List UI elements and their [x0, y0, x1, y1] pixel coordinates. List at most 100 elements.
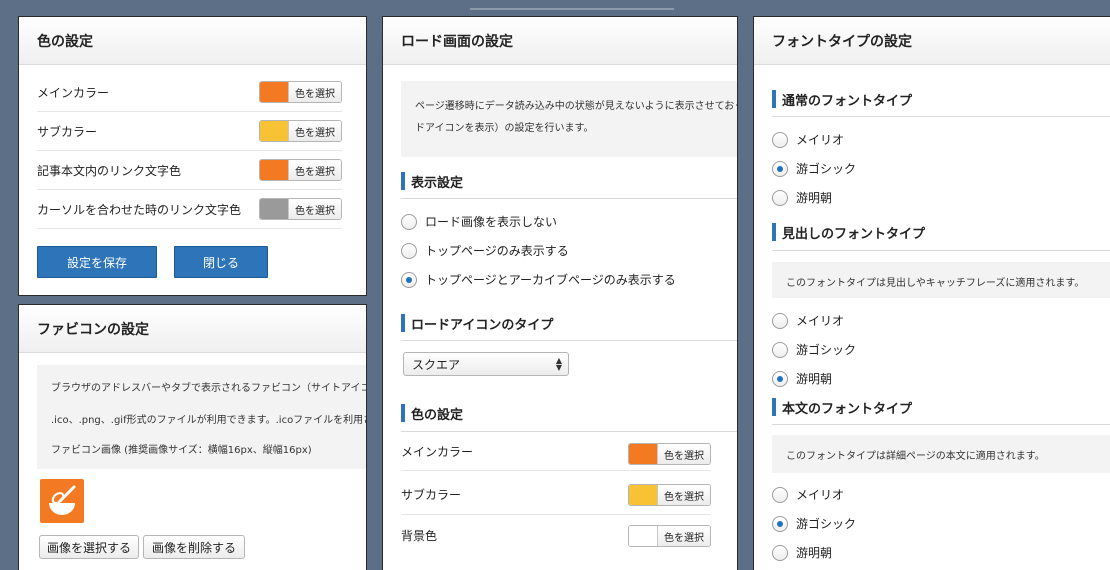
load-icon-type-heading: ロードアイコンのタイプ [401, 314, 553, 333]
color-swatch [629, 444, 657, 464]
favicon-info-box: ブラウザのアドレスバーやタブで表示されるファビコン（サイトアイコ .ico、.p… [37, 365, 367, 469]
section-divider [772, 250, 1110, 251]
load-icon-type-select[interactable]: スクエア ▲ ▼ [403, 352, 569, 376]
select-color-button[interactable]: 色を選択 [657, 485, 710, 505]
panel-title: ロード画面の設定 [383, 17, 737, 65]
color-row-label: サブカラー [37, 125, 98, 139]
radio-top-page-only[interactable]: トップページのみ表示する [401, 242, 569, 259]
radio-button[interactable] [401, 271, 417, 288]
info-text: ファビコン画像 (推奨画像サイズ：横幅16px、縦幅16px) [51, 445, 312, 456]
load-screen-settings-panel: ロード画面の設定 ページ遷移時にデータ読み込み中の状態が見えないように表示させて… [382, 16, 738, 570]
radio-button[interactable] [772, 544, 788, 561]
load-color-row-main: メインカラー 色を選択 [401, 433, 711, 471]
info-text: .ico、.png、.gif形式のファイルが利用できます。.icoファイルを利用… [51, 415, 367, 426]
section-divider [772, 116, 1110, 117]
radio-label: 游ゴシック [796, 343, 857, 357]
color-row-label: メインカラー [37, 86, 110, 100]
radio-normal-yu-mincho[interactable]: 游明朝 [772, 189, 832, 206]
load-main-color-picker[interactable]: 色を選択 [628, 443, 711, 465]
radio-button[interactable] [401, 242, 417, 259]
radio-label: メイリオ [796, 488, 845, 502]
radio-body-yu-gothic[interactable]: 游ゴシック [772, 515, 856, 532]
radio-button[interactable] [772, 189, 788, 206]
heading-font-info: このフォントタイプは見出しやキャッチフレーズに適用されます。 [772, 262, 1110, 298]
radio-button[interactable] [772, 486, 788, 503]
link-hover-color-picker[interactable]: 色を選択 [259, 198, 342, 220]
sub-color-picker[interactable]: 色を選択 [259, 120, 342, 142]
radio-label: 游明朝 [796, 546, 833, 560]
load-info-box: ページ遷移時にデータ読み込み中の状態が見えないように表示させておく ドアイコンを… [401, 81, 738, 157]
load-color-row-background: 背景色 色を選択 [401, 515, 711, 555]
radio-heading-meiryo[interactable]: メイリオ [772, 312, 844, 329]
color-row-link-hover: カーソルを合わせた時のリンク文字色 色を選択 [37, 191, 342, 229]
radio-body-yu-mincho[interactable]: 游明朝 [772, 544, 832, 561]
radio-label: 游明朝 [796, 191, 833, 205]
color-row-sub: サブカラー 色を選択 [37, 113, 342, 151]
radio-button[interactable] [401, 213, 417, 230]
radio-button[interactable] [772, 131, 788, 148]
save-button[interactable]: 設定を保存 [37, 246, 157, 278]
radio-body-meiryo[interactable]: メイリオ [772, 486, 844, 503]
select-color-button[interactable]: 色を選択 [288, 199, 341, 219]
select-color-button[interactable]: 色を選択 [288, 82, 341, 102]
select-color-button[interactable]: 色を選択 [288, 160, 341, 180]
select-color-button[interactable]: 色を選択 [657, 444, 710, 464]
info-text: ページ遷移時にデータ読み込み中の状態が見えないように表示させておく [415, 101, 738, 112]
info-text: ブラウザのアドレスバーやタブで表示されるファビコン（サイトアイコ [51, 383, 367, 394]
radio-label: トップページとアーカイブページのみ表示する [425, 273, 676, 287]
normal-font-heading: 通常のフォントタイプ [772, 90, 912, 109]
radio-button[interactable] [772, 370, 788, 387]
load-sub-color-picker[interactable]: 色を選択 [628, 484, 711, 506]
color-row-label: サブカラー [401, 488, 462, 502]
radio-heading-yu-mincho[interactable]: 游明朝 [772, 370, 832, 387]
load-color-row-sub: サブカラー 色を選択 [401, 475, 711, 515]
color-settings-panel: 色の設定 メインカラー 色を選択 サブカラー 色を選択 記事本文内のリンク文字色… [18, 16, 367, 296]
display-settings-heading: 表示設定 [401, 172, 463, 191]
radio-normal-yu-gothic[interactable]: 游ゴシック [772, 160, 856, 177]
radio-heading-yu-gothic[interactable]: 游ゴシック [772, 341, 856, 358]
color-swatch [260, 199, 288, 219]
radio-label: 游ゴシック [796, 162, 857, 176]
section-divider [772, 424, 1110, 425]
color-settings-heading: 色の設定 [401, 404, 463, 423]
radio-top-and-archive[interactable]: トップページとアーカイブページのみ表示する [401, 271, 676, 288]
favicon-settings-panel: ファビコンの設定 ブラウザのアドレスバーやタブで表示されるファビコン（サイトアイ… [18, 304, 367, 570]
heading-font-heading: 見出しのフォントタイプ [772, 223, 925, 242]
load-background-color-picker[interactable]: 色を選択 [628, 525, 711, 547]
color-row-link: 記事本文内のリンク文字色 色を選択 [37, 152, 342, 190]
close-button[interactable]: 閉じる [174, 246, 268, 278]
section-divider [401, 198, 737, 199]
section-divider [401, 340, 737, 341]
body-font-heading: 本文のフォントタイプ [772, 398, 912, 417]
panel-title: ファビコンの設定 [19, 305, 366, 353]
radio-button[interactable] [772, 341, 788, 358]
select-value: スクエア [412, 357, 461, 372]
color-swatch [629, 526, 657, 546]
select-image-button[interactable]: 画像を選択する [39, 535, 139, 559]
radio-label: メイリオ [796, 314, 845, 328]
link-color-picker[interactable]: 色を選択 [259, 159, 342, 181]
radio-button[interactable] [772, 515, 788, 532]
select-color-button[interactable]: 色を選択 [288, 121, 341, 141]
color-row-label: 記事本文内のリンク文字色 [37, 164, 182, 178]
radio-label: 游ゴシック [796, 517, 857, 531]
radio-normal-meiryo[interactable]: メイリオ [772, 131, 844, 148]
radio-label: 游明朝 [796, 372, 833, 386]
select-color-button[interactable]: 色を選択 [657, 526, 710, 546]
font-type-settings-panel: フォントタイプの設定 通常のフォントタイプ メイリオ 游ゴシック 游明朝 見出し… [753, 16, 1110, 570]
select-arrows-icon: ▲ ▼ [555, 356, 562, 372]
delete-image-button[interactable]: 画像を削除する [143, 535, 245, 559]
main-color-picker[interactable]: 色を選択 [259, 81, 342, 103]
radio-button[interactable] [772, 312, 788, 329]
radio-button[interactable] [772, 160, 788, 177]
body-font-info: このフォントタイプは詳細ページの本文に適用されます。 [772, 435, 1110, 473]
color-swatch [260, 160, 288, 180]
radio-label: メイリオ [796, 133, 845, 147]
panel-title: 色の設定 [19, 17, 366, 65]
color-swatch [629, 485, 657, 505]
color-row-main: メインカラー 色を選択 [37, 74, 342, 112]
radio-hide-load-image[interactable]: ロード画像を表示しない [401, 213, 557, 230]
color-swatch [260, 82, 288, 102]
color-row-label: 背景色 [401, 528, 438, 543]
color-row-label: カーソルを合わせた時のリンク文字色 [37, 203, 242, 217]
